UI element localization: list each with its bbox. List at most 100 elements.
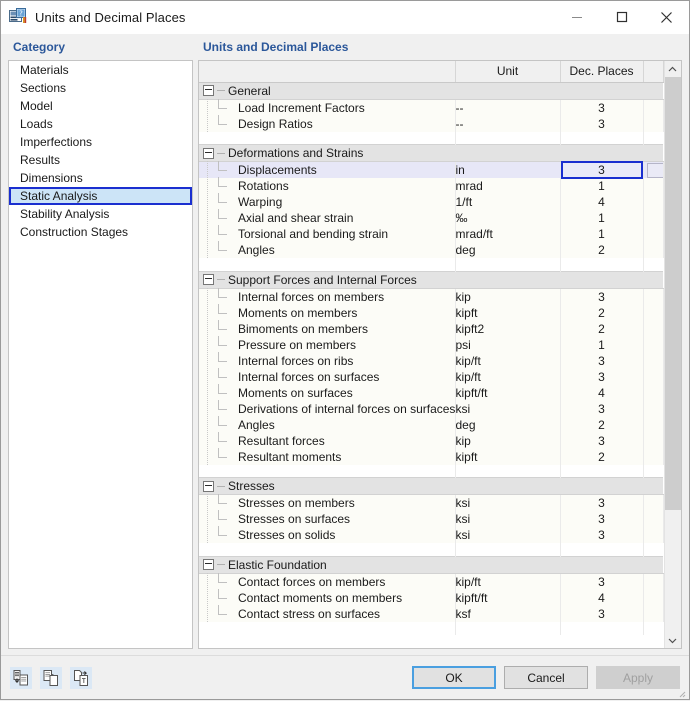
sidebar-item-model[interactable]: Model (9, 97, 192, 115)
row-label-cell[interactable]: Internal forces on surfaces (199, 369, 455, 385)
row-editor-cell[interactable] (643, 321, 663, 337)
sidebar-item-sections[interactable]: Sections (9, 79, 192, 97)
row-dec-places-cell[interactable]: 1 (560, 226, 643, 242)
table-row[interactable]: Internal forces on ribskip/ft3 (199, 353, 663, 369)
row-dec-places-cell[interactable]: 3 (560, 288, 643, 305)
row-dec-places-cell[interactable]: 2 (560, 242, 643, 258)
row-dec-places-cell[interactable]: 2 (560, 305, 643, 321)
row-editor-cell[interactable] (643, 606, 663, 622)
row-unit-cell[interactable]: kip/ft (455, 369, 560, 385)
group-header-row[interactable]: Stresses (199, 478, 663, 495)
row-label-cell[interactable]: Angles (199, 417, 455, 433)
row-unit-cell[interactable]: kipft2 (455, 321, 560, 337)
table-row[interactable]: Warping1/ft4 (199, 194, 663, 210)
table-row[interactable]: Pressure on memberspsi1 (199, 337, 663, 353)
row-editor-cell[interactable] (643, 116, 663, 132)
import-units-button[interactable] (10, 667, 32, 689)
row-editor-cell[interactable] (643, 590, 663, 606)
row-editor-cell[interactable] (643, 194, 663, 210)
row-dec-places-cell[interactable]: 4 (560, 590, 643, 606)
row-unit-cell[interactable]: -- (455, 99, 560, 116)
table-row[interactable]: Resultant momentskipft2 (199, 449, 663, 465)
category-list[interactable]: MaterialsSectionsModelLoadsImperfections… (8, 60, 193, 649)
collapse-group-icon[interactable] (203, 148, 214, 159)
cancel-button[interactable]: Cancel (504, 666, 588, 689)
row-unit-cell[interactable]: 1/ft (455, 194, 560, 210)
row-editor-cell[interactable] (643, 242, 663, 258)
collapse-group-icon[interactable] (203, 481, 214, 492)
sidebar-item-loads[interactable]: Loads (9, 115, 192, 133)
table-row[interactable]: Design Ratios--3 (199, 116, 663, 132)
table-row[interactable]: Derivations of internal forces on surfac… (199, 401, 663, 417)
save-units-as-button[interactable] (70, 667, 92, 689)
table-row[interactable]: Axial and shear strain‰1 (199, 210, 663, 226)
row-editor-cell[interactable] (643, 385, 663, 401)
row-unit-cell[interactable]: deg (455, 242, 560, 258)
row-unit-cell[interactable]: ksf (455, 606, 560, 622)
group-header-row[interactable]: Deformations and Strains (199, 145, 663, 162)
row-editor-cell[interactable] (643, 178, 663, 194)
row-unit-cell[interactable]: kip/ft (455, 353, 560, 369)
row-dec-places-cell[interactable]: 3 (560, 495, 643, 512)
table-row[interactable]: Stresses on solidsksi3 (199, 527, 663, 543)
row-dec-places-cell[interactable]: 3 (560, 369, 643, 385)
row-unit-cell[interactable]: in (455, 162, 560, 179)
row-label-cell[interactable]: Stresses on members (199, 495, 455, 512)
table-row[interactable]: Rotationsmrad1 (199, 178, 663, 194)
row-editor-cell[interactable] (643, 369, 663, 385)
row-dec-places-cell[interactable]: 2 (560, 449, 643, 465)
sidebar-item-stability-analysis[interactable]: Stability Analysis (9, 205, 192, 223)
sidebar-item-static-analysis[interactable]: Static Analysis (9, 187, 192, 205)
table-row[interactable]: Contact moments on memberskipft/ft4 (199, 590, 663, 606)
table-row[interactable]: Anglesdeg2 (199, 417, 663, 433)
table-row[interactable]: Contact forces on memberskip/ft3 (199, 573, 663, 590)
row-editor-cell[interactable] (643, 511, 663, 527)
row-label-cell[interactable]: Axial and shear strain (199, 210, 455, 226)
row-dec-places-cell[interactable]: 4 (560, 385, 643, 401)
row-editor-cell[interactable] (643, 495, 663, 512)
sidebar-item-imperfections[interactable]: Imperfections (9, 133, 192, 151)
row-label-cell[interactable]: Contact stress on surfaces (199, 606, 455, 622)
maximize-button[interactable] (599, 1, 644, 33)
row-label-cell[interactable]: Rotations (199, 178, 455, 194)
row-unit-cell[interactable]: psi (455, 337, 560, 353)
row-label-cell[interactable]: Derivations of internal forces on surfac… (199, 401, 455, 417)
row-label-cell[interactable]: Internal forces on members (199, 288, 455, 305)
row-editor-cell[interactable] (643, 337, 663, 353)
row-dec-places-cell[interactable]: 1 (560, 337, 643, 353)
row-dec-places-cell[interactable]: 4 (560, 194, 643, 210)
row-label-cell[interactable]: Resultant forces (199, 433, 455, 449)
row-label-cell[interactable]: Warping (199, 194, 455, 210)
row-dec-places-cell[interactable]: 2 (560, 321, 643, 337)
row-label-cell[interactable]: Internal forces on ribs (199, 353, 455, 369)
table-row[interactable]: Bimoments on memberskipft22 (199, 321, 663, 337)
row-label-cell[interactable]: Contact moments on members (199, 590, 455, 606)
close-button[interactable] (644, 1, 689, 33)
row-dec-places-cell[interactable]: 3 (560, 353, 643, 369)
table-row[interactable]: Anglesdeg2 (199, 242, 663, 258)
row-label-cell[interactable]: Pressure on members (199, 337, 455, 353)
row-label-cell[interactable]: Resultant moments (199, 449, 455, 465)
row-label-cell[interactable]: Stresses on surfaces (199, 511, 455, 527)
row-editor-cell[interactable] (643, 226, 663, 242)
scroll-track[interactable] (665, 77, 681, 632)
row-dec-places-cell[interactable]: 3 (560, 116, 643, 132)
collapse-group-icon[interactable] (203, 274, 214, 285)
dec-places-editor-button[interactable] (647, 163, 664, 178)
row-editor-cell[interactable] (643, 449, 663, 465)
row-editor-cell[interactable] (643, 401, 663, 417)
row-editor-cell[interactable] (643, 99, 663, 116)
row-unit-cell[interactable]: kipft (455, 305, 560, 321)
row-editor-cell[interactable] (643, 162, 663, 179)
row-unit-cell[interactable]: ksi (455, 511, 560, 527)
collapse-group-icon[interactable] (203, 85, 214, 96)
row-editor-cell[interactable] (643, 527, 663, 543)
row-dec-places-cell[interactable]: 2 (560, 417, 643, 433)
collapse-group-icon[interactable] (203, 559, 214, 570)
column-header-name[interactable] (199, 61, 455, 82)
row-unit-cell[interactable]: -- (455, 116, 560, 132)
units-grid-scrollbar[interactable] (664, 61, 681, 648)
row-editor-cell[interactable] (643, 288, 663, 305)
row-unit-cell[interactable]: deg (455, 417, 560, 433)
row-unit-cell[interactable]: ksi (455, 401, 560, 417)
